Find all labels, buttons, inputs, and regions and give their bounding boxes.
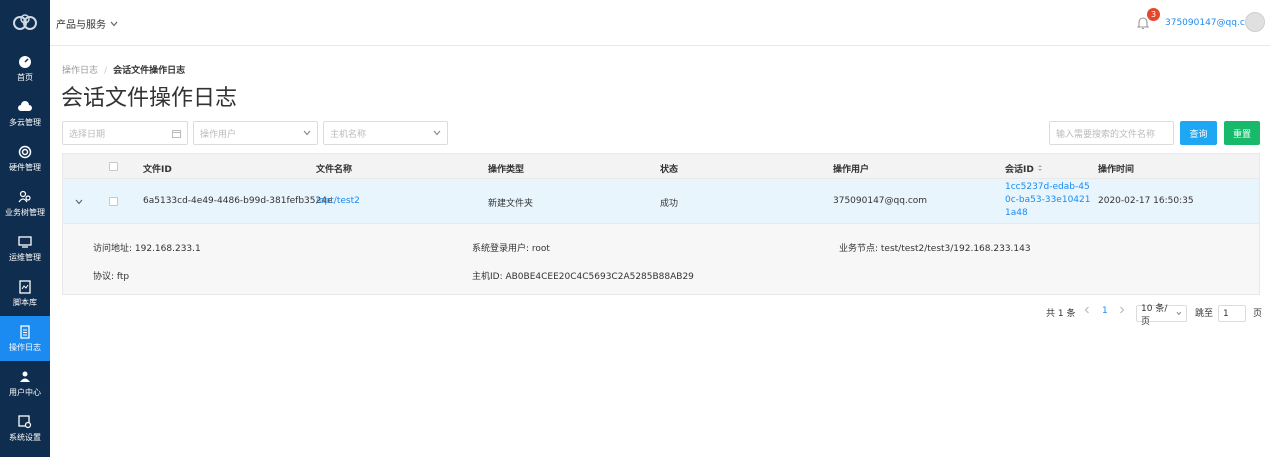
page-size-select[interactable]: 10 条/页	[1136, 304, 1187, 327]
notification-button[interactable]	[1136, 16, 1150, 33]
prev-page-button[interactable]	[1084, 306, 1090, 317]
session-id-line: 0c-ba53-33e10421	[1005, 195, 1091, 205]
script-icon	[19, 279, 31, 294]
breadcrumb-parent[interactable]: 操作日志	[62, 66, 98, 76]
breadcrumb-separator: /	[104, 66, 108, 76]
session-id-line: 1cc5237d-edab-45	[1005, 182, 1090, 192]
column-file-id: 文件ID	[143, 165, 172, 175]
page-number-current[interactable]: 1	[1102, 306, 1108, 316]
cell-user: 375090147@qq.com	[833, 196, 928, 206]
file-search-input[interactable]: 输入需要搜索的文件名称	[1049, 121, 1174, 145]
cell-session-id-link[interactable]: 1cc5237d-edab-45 0c-ba53-33e10421 1a48	[1005, 181, 1090, 220]
sidebar-item-label: 系统设置	[9, 432, 41, 442]
page-suffix: 页	[1253, 309, 1263, 319]
chevron-down-icon	[303, 130, 311, 136]
page-size-value: 10 条/页	[1141, 303, 1168, 327]
date-picker[interactable]: 选择日期	[62, 121, 188, 145]
sidebar-item-home[interactable]: 首页	[0, 46, 50, 91]
table-header: 文件ID 文件名称 操作类型 状态 操作用户 会话ID 操作时间	[63, 154, 1259, 179]
sidebar-item-label: 多云管理	[9, 117, 41, 127]
target-icon	[18, 145, 32, 158]
sidebar-item-label: 运维管理	[9, 252, 41, 262]
avatar[interactable]	[1245, 12, 1265, 32]
goto-page-input[interactable]: 1	[1218, 305, 1246, 322]
chevron-down-icon	[433, 130, 441, 136]
sidebar-item-multicloud[interactable]: 多云管理	[0, 91, 50, 136]
settings-icon	[18, 414, 32, 428]
sidebar-item-operation-log[interactable]: 操作日志	[0, 316, 50, 361]
cell-file-name-link[interactable]: /opt/test2	[316, 196, 360, 206]
column-session-id[interactable]: 会话ID	[1005, 162, 1043, 175]
pagination-total: 共 1 条	[1046, 309, 1076, 319]
detail-protocol: 协议: ftp	[93, 272, 130, 282]
sidebar: 首页 多云管理 硬件管理 业务树管理 运维管理 脚本库 操作日志 用户中心 系统…	[0, 0, 50, 457]
breadcrumb-current: 会话文件操作日志	[113, 66, 186, 76]
column-op-type: 操作类型	[488, 165, 525, 175]
chevron-right-icon	[1120, 306, 1125, 314]
next-page-button[interactable]	[1119, 306, 1125, 317]
cell-file-id: 6a5133cd-4e49-4486-b99d-381fefb3524e	[143, 196, 333, 206]
sidebar-item-label: 脚本库	[13, 297, 37, 307]
sidebar-item-label: 首页	[17, 72, 33, 82]
sidebar-item-hardware[interactable]: 硬件管理	[0, 136, 50, 181]
app-logo[interactable]	[0, 0, 50, 46]
cloud-icon	[18, 100, 32, 111]
product-services-menu[interactable]: 产品与服务	[56, 16, 118, 31]
host-placeholder: 主机名称	[330, 129, 367, 140]
monitor-icon	[18, 235, 32, 248]
column-session-id-label: 会话ID	[1005, 165, 1034, 175]
user-placeholder: 操作用户	[200, 129, 237, 140]
product-menu-label: 产品与服务	[56, 20, 106, 31]
sidebar-item-label: 操作日志	[9, 342, 41, 352]
cell-op-type: 新建文件夹	[488, 199, 534, 209]
user-icon	[20, 371, 30, 382]
users-icon	[18, 190, 31, 202]
notification-badge: 3	[1147, 8, 1160, 21]
search-placeholder: 输入需要搜索的文件名称	[1056, 129, 1156, 140]
log-table: 文件ID 文件名称 操作类型 状态 操作用户 会话ID 操作时间 6a5133c…	[62, 153, 1260, 295]
calendar-icon	[172, 129, 181, 138]
logo-icon	[13, 14, 37, 30]
sort-icon	[1037, 165, 1042, 171]
detail-access-address: 访问地址: 192.168.233.1	[93, 244, 201, 254]
user-select[interactable]: 操作用户	[193, 121, 318, 145]
host-select[interactable]: 主机名称	[323, 121, 448, 145]
column-file-name: 文件名称	[316, 165, 353, 175]
table-row[interactable]: 6a5133cd-4e49-4486-b99d-381fefb3524e /op…	[63, 179, 1259, 224]
chevron-down-icon	[110, 21, 118, 26]
sidebar-item-label: 业务树管理	[5, 207, 45, 217]
goto-label: 跳至	[1195, 309, 1214, 319]
detail-host-id: 主机ID: AB0BE4CEE20C4C5693C2A5285B88AB29	[472, 272, 694, 282]
column-user: 操作用户	[833, 165, 870, 175]
chevron-down-icon	[1176, 311, 1182, 316]
sidebar-item-user-center[interactable]: 用户中心	[0, 361, 50, 406]
sidebar-item-business-tree[interactable]: 业务树管理	[0, 181, 50, 226]
date-placeholder: 选择日期	[69, 129, 106, 140]
detail-login-user: 系统登录用户: root	[472, 244, 550, 254]
column-status: 状态	[660, 165, 679, 175]
sidebar-item-ops[interactable]: 运维管理	[0, 226, 50, 271]
query-button[interactable]: 查询	[1180, 121, 1217, 145]
chevron-down-icon[interactable]	[75, 199, 83, 205]
chevron-left-icon	[1084, 306, 1089, 314]
column-op-time: 操作时间	[1098, 165, 1135, 175]
top-bar: 产品与服务 3 375090147@qq.com	[50, 0, 1270, 46]
session-id-line: 1a48	[1005, 208, 1028, 218]
breadcrumb: 操作日志 / 会话文件操作日志	[62, 63, 185, 76]
sidebar-item-scripts[interactable]: 脚本库	[0, 271, 50, 316]
sidebar-item-label: 硬件管理	[9, 162, 41, 172]
sidebar-item-settings[interactable]: 系统设置	[0, 406, 50, 451]
document-icon	[20, 324, 30, 339]
sidebar-item-label: 用户中心	[9, 387, 41, 397]
cell-status: 成功	[660, 199, 679, 209]
row-expand-details: 访问地址: 192.168.233.1 系统登录用户: root 业务节点: t…	[63, 224, 1259, 294]
page-title: 会话文件操作日志	[61, 86, 238, 111]
reset-button[interactable]: 重置	[1224, 121, 1260, 145]
dashboard-icon	[19, 55, 31, 68]
row-checkbox[interactable]	[109, 197, 118, 206]
detail-business-node: 业务节点: test/test2/test3/192.168.233.143	[839, 244, 1031, 254]
select-all-checkbox[interactable]	[109, 162, 118, 171]
cell-op-time: 2020-02-17 16:50:35	[1098, 196, 1194, 206]
